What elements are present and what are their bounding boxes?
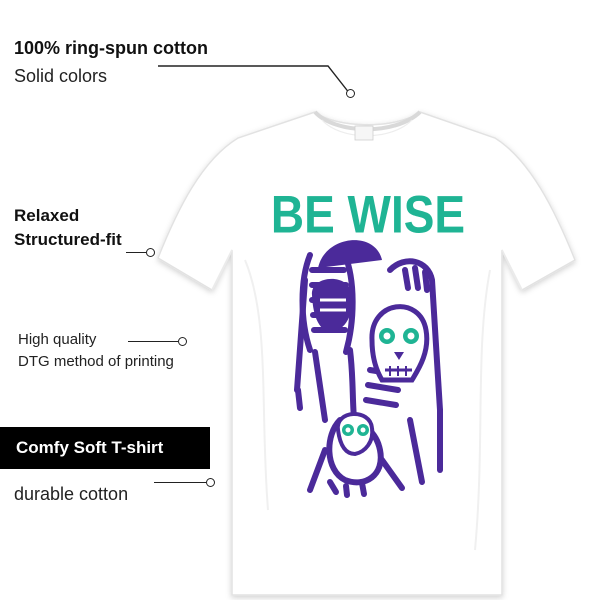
feature-cotton-subtitle: Solid colors <box>14 66 108 86</box>
lower-skull <box>335 412 375 457</box>
feature-badge-subtitle: durable cotton <box>14 484 129 504</box>
feature-print-title: High quality <box>18 331 97 348</box>
callout-line-fit <box>126 252 146 254</box>
graphic-text: BE WISE <box>271 185 465 245</box>
feature-fit-title: Relaxed <box>14 206 80 225</box>
right-skull <box>369 304 430 383</box>
neck-label <box>354 125 374 141</box>
feature-fit-subtitle: Structured-fit <box>14 230 122 249</box>
tshirt-image: BE WISE <box>157 110 576 596</box>
